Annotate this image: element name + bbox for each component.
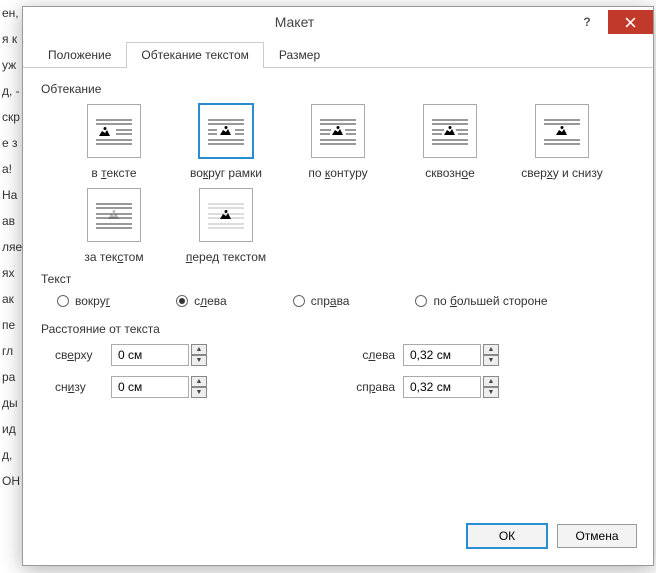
tab-size[interactable]: Размер	[264, 42, 335, 68]
layout-dialog: Макет ? Положение Обтекание текстом Разм…	[22, 6, 654, 566]
distance-right-label: справа	[347, 380, 395, 394]
distance-bottom-spinner[interactable]: ▲▼	[111, 376, 207, 398]
wrap-option-front[interactable]: перед текстом	[181, 188, 271, 264]
help-button[interactable]: ?	[566, 9, 608, 35]
distance-top-label: сверху	[55, 348, 103, 362]
spin-down-icon[interactable]: ▼	[483, 355, 499, 366]
close-button[interactable]	[608, 10, 653, 34]
radio-text-around[interactable]: вокруг	[57, 294, 110, 308]
distance-left-spinner[interactable]: ▲▼	[403, 344, 499, 366]
distance-top-input[interactable]	[111, 344, 189, 366]
dialog-title: Макет	[23, 14, 566, 30]
wrap-option-top-bottom[interactable]: сверху и снизу	[517, 104, 607, 180]
wrap-topbottom-icon	[542, 116, 582, 146]
distance-left-label: слева	[347, 348, 395, 362]
tab-pane-wrapping: Обтекание в тексте вокруг рамки	[23, 68, 653, 517]
wrap-option-tight[interactable]: по контуру	[293, 104, 383, 180]
group-distance-label: Расстояние от текста	[41, 322, 635, 336]
spin-down-icon[interactable]: ▼	[191, 387, 207, 398]
radio-text-left[interactable]: слева	[176, 294, 227, 308]
spin-up-icon[interactable]: ▲	[483, 344, 499, 355]
group-text-label: Текст	[41, 272, 635, 286]
spin-up-icon[interactable]: ▲	[191, 376, 207, 387]
spin-down-icon[interactable]: ▼	[191, 355, 207, 366]
wrap-tight-icon	[318, 116, 358, 146]
titlebar: Макет ?	[23, 7, 653, 37]
wrap-behind-icon	[94, 200, 134, 230]
wrap-through-icon	[430, 116, 470, 146]
wrap-option-through[interactable]: сквозное	[405, 104, 495, 180]
spin-up-icon[interactable]: ▲	[191, 344, 207, 355]
wrap-option-inline[interactable]: в тексте	[69, 104, 159, 180]
spin-up-icon[interactable]: ▲	[483, 376, 499, 387]
background-document-text: ен,я к ужд, -скр е за!На авляеях акпегл …	[0, 0, 22, 494]
dialog-footer: ОК Отмена	[23, 517, 653, 565]
wrap-option-behind[interactable]: за текстом	[69, 188, 159, 264]
group-wrapping-label: Обтекание	[41, 82, 635, 96]
wrap-front-icon	[206, 200, 246, 230]
wrap-inline-icon	[94, 116, 134, 146]
ok-button[interactable]: ОК	[467, 524, 547, 548]
distance-right-spinner[interactable]: ▲▼	[403, 376, 499, 398]
wrap-option-square[interactable]: вокруг рамки	[181, 104, 271, 180]
tab-strip: Положение Обтекание текстом Размер	[23, 37, 653, 68]
wrap-square-icon	[206, 116, 246, 146]
tab-text-wrapping[interactable]: Обтекание текстом	[126, 42, 263, 68]
distance-right-input[interactable]	[403, 376, 481, 398]
distance-left-input[interactable]	[403, 344, 481, 366]
radio-text-longest[interactable]: по большей стороне	[415, 294, 547, 308]
distance-bottom-label: снизу	[55, 380, 103, 394]
radio-text-right[interactable]: справа	[293, 294, 350, 308]
distance-bottom-input[interactable]	[111, 376, 189, 398]
spin-down-icon[interactable]: ▼	[483, 387, 499, 398]
cancel-button[interactable]: Отмена	[557, 524, 637, 548]
tab-position[interactable]: Положение	[33, 42, 126, 68]
distance-top-spinner[interactable]: ▲▼	[111, 344, 207, 366]
close-icon	[625, 17, 636, 28]
